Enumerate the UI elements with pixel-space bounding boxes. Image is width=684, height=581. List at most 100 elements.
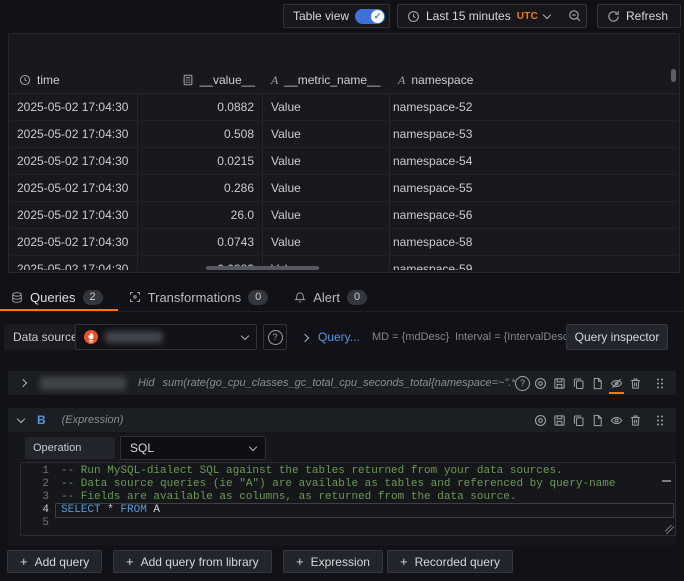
help-icon: ?	[268, 330, 283, 345]
chevron-down-icon	[249, 443, 257, 451]
clock-icon	[407, 10, 420, 23]
clock-icon	[19, 74, 31, 86]
zoom-out-button[interactable]	[559, 5, 591, 27]
time-picker-button[interactable]: Last 15 minutes UTC	[398, 5, 559, 27]
cell-value: 0.508	[138, 121, 263, 148]
active-tab-underline	[0, 309, 118, 311]
eye-slash-icon	[610, 377, 623, 390]
column-header-metric-name[interactable]: A __metric_name__	[263, 67, 390, 93]
line-number: 1	[21, 465, 49, 478]
copy-icon	[572, 414, 585, 427]
sql-code-editor[interactable]: 1 -- Run MySQL-dialect SQL against the t…	[20, 462, 676, 536]
string-field-icon: A	[398, 73, 405, 88]
query-row-a[interactable]: Hid sum(rate(go_cpu_classes_gc_total_cpu…	[8, 371, 676, 395]
table-row: 2025-05-02 17:04:30 0.0882 Value namespa…	[9, 94, 679, 121]
column-header-time[interactable]: time	[9, 67, 138, 93]
query-breadcrumb-link[interactable]: Query...	[318, 322, 360, 352]
save-query-button[interactable]	[553, 410, 566, 430]
remove-query-button[interactable]	[629, 373, 642, 393]
cell-metric: Value	[263, 121, 390, 148]
editor-tabs: Queries 2 Transformations 0 Alert 0	[0, 283, 684, 312]
query-row-b[interactable]: B (Expression)	[8, 408, 676, 432]
eye-icon	[610, 414, 623, 427]
md-desc-text: MD = {mdDesc}	[372, 322, 449, 352]
tab-queries[interactable]: Queries 2	[0, 283, 118, 311]
plus-icon: +	[20, 554, 28, 569]
duplicate-query-button[interactable]	[572, 410, 585, 430]
cell-time: 2025-05-02 17:04:30	[9, 175, 138, 202]
add-query-from-library-button[interactable]: + Add query from library	[113, 550, 272, 573]
vertical-scrollbar[interactable]	[671, 69, 676, 82]
grafana-query-editor: Table view ✓ Last 15 minutes UTC Refresh	[0, 0, 684, 581]
query-a-actions: ?	[515, 373, 676, 393]
chevron-down-icon	[543, 11, 551, 19]
add-query-button[interactable]: + Add query	[7, 550, 102, 573]
column-header-value[interactable]: __value__	[138, 67, 263, 93]
query-b-type-label: (Expression)	[62, 414, 124, 426]
drag-handle-icon	[655, 414, 665, 427]
cell-value: 26.0	[138, 202, 263, 229]
cell-metric: Value	[263, 148, 390, 175]
query-a-expression: sum(rate(go_cpu_classes_gc_total_cpu_sec…	[163, 377, 515, 389]
toggle-visibility-button[interactable]	[610, 410, 623, 430]
file-icon	[591, 377, 604, 390]
tab-alert[interactable]: Alert 0	[283, 283, 382, 311]
floppy-icon	[553, 414, 566, 427]
query-inspector-button[interactable]: Query inspector	[566, 324, 668, 350]
drag-handle[interactable]	[653, 410, 666, 430]
help-button[interactable]: ?	[515, 373, 528, 393]
cell-namespace: namespace-54	[390, 148, 679, 175]
duplicate-query-button[interactable]	[572, 373, 585, 393]
refresh-interval-dropdown[interactable]	[677, 5, 684, 27]
operation-select[interactable]: SQL	[120, 436, 266, 460]
cell-namespace: namespace-53	[390, 121, 679, 148]
datasource-bar: Data source ? Query... MD = {mdDesc} Int…	[0, 322, 684, 352]
file-icon	[591, 414, 604, 427]
table-view-toggle-group[interactable]: Table view ✓	[283, 4, 390, 28]
plus-icon: +	[400, 554, 408, 569]
query-b-actions	[534, 410, 676, 430]
add-recorded-query-button[interactable]: + Recorded query	[387, 550, 513, 573]
operation-label: Operation	[25, 437, 115, 459]
code-sql: SELECT * FROM A	[49, 504, 160, 517]
cell-metric: Value	[263, 229, 390, 256]
toggle-visibility-button[interactable]	[610, 373, 623, 393]
remove-query-button[interactable]	[629, 410, 642, 430]
datasource-help-button[interactable]: ?	[263, 324, 287, 350]
cell-value: 0.0743	[138, 229, 263, 256]
copy-icon	[572, 377, 585, 390]
plus-icon: +	[126, 554, 134, 569]
datasource-picker[interactable]	[75, 324, 257, 350]
line-number: 3	[21, 491, 49, 504]
create-snippet-button[interactable]	[591, 410, 604, 430]
horizontal-scrollbar[interactable]	[206, 266, 319, 270]
save-query-button[interactable]	[553, 373, 566, 393]
refresh-button[interactable]: Refresh	[598, 5, 677, 27]
cell-namespace: namespace-59	[390, 256, 679, 270]
code-line: 3 -- Fields are available as columns, as…	[21, 491, 675, 504]
toggle-check-icon: ✓	[371, 10, 384, 23]
magnifier-minus-icon	[568, 9, 582, 23]
datasource-help-button[interactable]	[534, 373, 547, 393]
code-comment: -- Data source queries (ie "A") are avai…	[49, 478, 616, 491]
tab-label: Queries	[30, 290, 76, 305]
table-panel: time __value__ A __metric_name__ A names…	[8, 33, 680, 273]
timezone-label: UTC	[517, 11, 538, 22]
add-expression-button[interactable]: + Expression	[283, 550, 383, 573]
column-header-namespace[interactable]: A namespace	[390, 67, 679, 93]
create-snippet-button[interactable]	[591, 373, 604, 393]
expand-chevron-right-icon[interactable]	[19, 379, 27, 387]
editor-resize-grip[interactable]	[665, 525, 674, 534]
string-field-icon: A	[271, 73, 278, 88]
table-view-toggle[interactable]: ✓	[355, 9, 385, 24]
tab-label: Alert	[313, 290, 340, 305]
query-a-hidden-label: Hid	[138, 377, 155, 389]
drag-handle[interactable]	[653, 373, 666, 393]
datasource-help-button[interactable]	[534, 410, 547, 430]
cell-time: 2025-05-02 17:04:30	[9, 256, 138, 270]
chevron-right-icon	[301, 334, 309, 342]
collapse-chevron-down-icon[interactable]	[17, 415, 25, 423]
table-view-label: Table view	[293, 9, 349, 23]
tab-transformations[interactable]: Transformations 0	[118, 283, 284, 311]
refresh-group: Refresh	[597, 4, 681, 28]
